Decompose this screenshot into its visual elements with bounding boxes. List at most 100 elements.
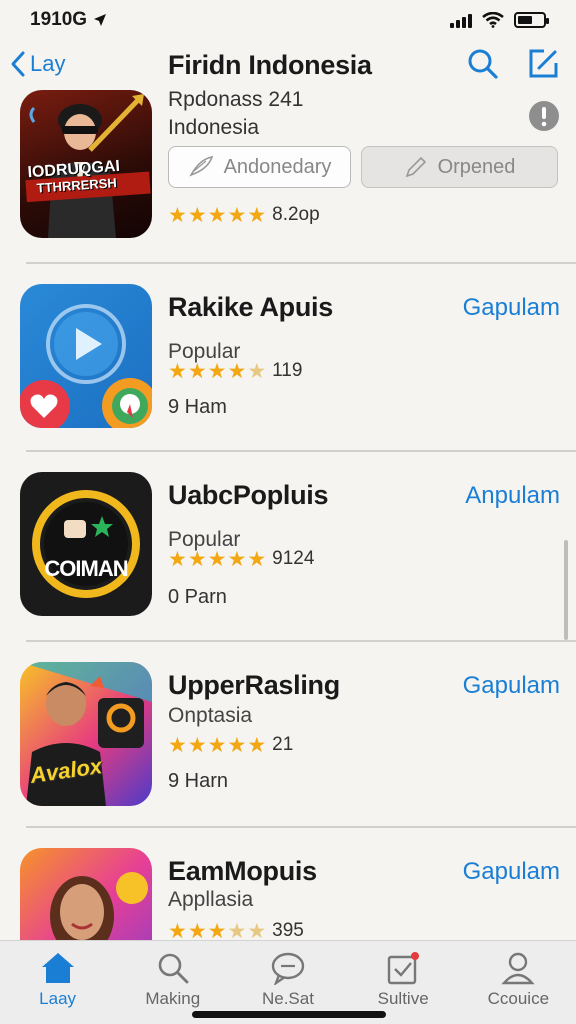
app-category: Appllasia: [168, 888, 254, 911]
compose-icon[interactable]: [527, 48, 559, 80]
feather-icon: [188, 155, 213, 177]
person-icon: [501, 952, 535, 985]
tab-label: Laay: [39, 989, 77, 1008]
rating-count: 395: [272, 920, 304, 940]
app-name: UabcPopluis: [168, 480, 329, 510]
status-bar: 1910G: [0, 0, 576, 40]
navigation-bar: Lay Firidn Indonesia: [0, 40, 576, 92]
star-icon: ★: [247, 203, 267, 227]
star-rating: ★ ★ ★ ★ ★: [168, 921, 266, 941]
rating-text: 8.2op: [272, 204, 320, 225]
pill-label-1: Andonedary: [223, 155, 332, 178]
app-icon[interactable]: [20, 284, 152, 428]
inbox-check-icon: [387, 952, 420, 985]
tab-account[interactable]: Ccouice: [463, 951, 573, 1024]
get-button[interactable]: Gapulam: [463, 858, 560, 886]
app-icon[interactable]: COIMAN: [20, 472, 152, 616]
tab-label: Ccouice: [487, 989, 550, 1008]
app-rating: ★ ★ ★ ★ ★ 9124: [168, 548, 314, 570]
app-size: 0 Parn: [168, 586, 227, 608]
location-arrow-icon: [94, 14, 107, 26]
app-icon-text: COIMAN: [44, 556, 128, 581]
star-icon: ★: [247, 733, 267, 757]
star-icon: ★: [227, 547, 247, 571]
star-icon: ★: [207, 359, 227, 383]
status-time: 1910G: [30, 9, 88, 30]
star-icon: ★: [168, 919, 187, 941]
star-rating: ★ ★ ★ ★ ★: [168, 735, 266, 756]
get-button[interactable]: Anpulam: [465, 482, 560, 510]
star-icon: ★: [187, 919, 207, 941]
app-rating: ★ ★ ★ ★ ★ 395: [168, 920, 304, 940]
star-icon: ★: [227, 203, 247, 227]
chevron-left-icon: [11, 51, 25, 77]
tab-label: Sultive: [377, 989, 429, 1008]
star-icon: ★: [187, 547, 207, 571]
pencil-icon: [405, 156, 426, 178]
app-rating: ★ ★ ★ ★ ★ 119: [168, 360, 302, 382]
star-icon: ★: [247, 547, 267, 571]
app-name: EamMopuis: [168, 856, 317, 886]
info-alert-icon[interactable]: [528, 100, 560, 132]
rating-count: 119: [272, 360, 303, 381]
featured-subtitle-1: Rpdonass 241: [168, 88, 304, 111]
back-button[interactable]: Lay: [10, 50, 65, 78]
list-item[interactable]: Avalox UpperRasling Onptasia ★ ★ ★ ★ ★ 21 9 …: [0, 642, 576, 822]
star-icon: ★: [168, 547, 187, 571]
star-icon: ★: [207, 919, 227, 941]
star-icon: ★: [168, 203, 187, 227]
wifi-icon: [482, 12, 504, 28]
tab-label: Making: [145, 989, 201, 1008]
cellular-signal-icon: [450, 12, 472, 28]
app-name: UpperRasling: [168, 670, 340, 700]
list-item[interactable]: Rakike Apuis Popular ★ ★ ★ ★ ★ 119 9 Ham Gap…: [0, 264, 576, 444]
rating-count: 21: [272, 734, 294, 755]
app-size: 9 Ham: [168, 396, 227, 418]
star-icon: ★: [168, 733, 187, 757]
star-icon: ★: [227, 359, 247, 383]
tab-home[interactable]: Laay: [3, 951, 113, 1024]
tab-label: Ne.Sat: [261, 989, 314, 1008]
star-icon: ★: [187, 359, 207, 383]
star-icon: ★: [247, 919, 267, 941]
get-button[interactable]: Gapulam: [463, 672, 560, 700]
featured-rating: ★ ★ ★ ★ ★ 8.2op: [168, 204, 320, 226]
app-icon[interactable]: Avalox: [20, 662, 152, 806]
app-icon[interactable]: [20, 848, 152, 940]
star-rating: ★ ★ ★ ★ ★: [168, 361, 266, 382]
home-indicator[interactable]: [192, 1011, 386, 1018]
scrollbar[interactable]: [564, 540, 568, 640]
back-label: Lay: [30, 51, 66, 76]
star-icon: ★: [187, 203, 207, 227]
star-rating: ★ ★ ★ ★ ★: [168, 549, 266, 570]
list-item[interactable]: EamMopuis Appllasia ★ ★ ★ ★ ★ 395 Gapulam: [0, 828, 576, 940]
featured-app-icon[interactable]: IODRUQGAI TTHRRERSH: [20, 90, 152, 238]
chat-bubble-icon: [271, 952, 305, 985]
app-category: Onptasia: [168, 704, 253, 727]
app-rating: ★ ★ ★ ★ ★ 21: [168, 734, 293, 756]
rating-count: 9124: [272, 548, 315, 569]
star-icon: ★: [187, 733, 207, 757]
search-icon[interactable]: [467, 48, 499, 80]
page-title: Firidn Indonesia: [168, 50, 372, 80]
star-icon: ★: [207, 203, 227, 227]
star-icon: ★: [207, 733, 227, 757]
featured-subtitle-2: Indonesia: [168, 116, 260, 139]
battery-icon: [514, 12, 549, 28]
star-icon: ★: [227, 733, 247, 757]
star-icon: ★: [168, 359, 187, 383]
get-button[interactable]: Gapulam: [463, 294, 560, 322]
app-name: Rakike Apuis: [168, 292, 333, 322]
featured-app: IODRUQGAI TTHRRERSH Rpdonass 241 Indones…: [0, 88, 576, 264]
star-icon: ★: [247, 359, 267, 383]
star-icon: ★: [207, 547, 227, 571]
pill-button-2[interactable]: Orpened: [361, 146, 558, 188]
list-item[interactable]: COIMAN UabcPopluis Popular ★ ★ ★ ★ ★ 9124 0 …: [0, 452, 576, 632]
pill-label-2: Orpened: [437, 155, 516, 178]
search-icon: [158, 953, 189, 984]
pill-button-1[interactable]: Andonedary: [168, 146, 351, 188]
star-rating: ★ ★ ★ ★ ★: [168, 205, 266, 226]
app-size: 9 Harn: [168, 770, 229, 792]
home-icon: [41, 953, 74, 983]
star-icon: ★: [227, 919, 247, 941]
